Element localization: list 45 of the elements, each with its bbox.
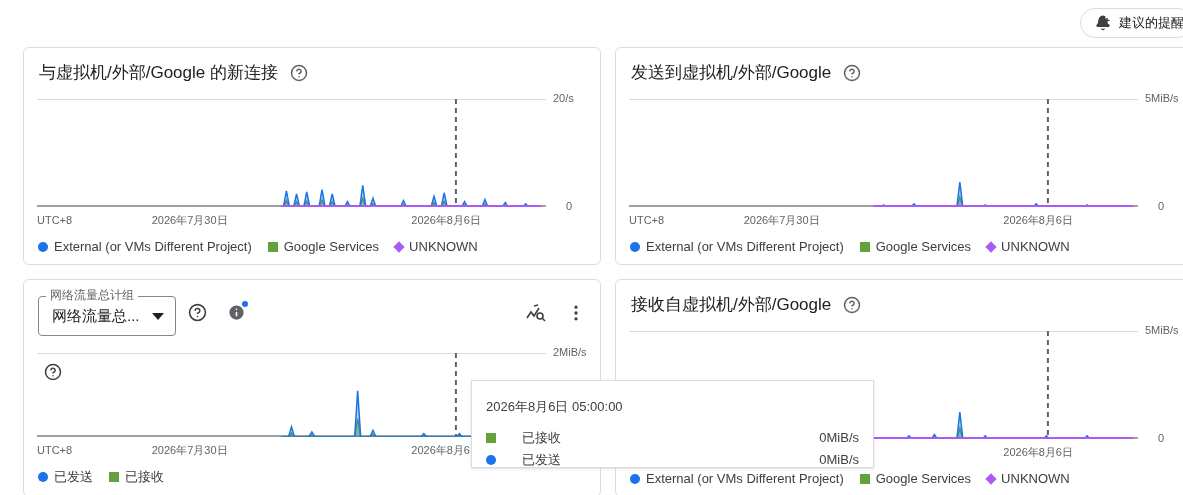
tooltip-series-label: 已接收 bbox=[522, 428, 561, 447]
info-icon[interactable] bbox=[227, 303, 246, 322]
legend-label: External (or VMs Different Project) bbox=[646, 238, 844, 256]
x-axis-label: 2026年8月6日 bbox=[1003, 447, 1073, 458]
y-axis-label: 0 bbox=[1158, 433, 1165, 444]
tooltip-value: 0MiB/s bbox=[819, 428, 859, 447]
x-axis-label: 2026年7月30日 bbox=[151, 445, 228, 456]
x-axis-label: UTC+8 bbox=[37, 215, 73, 226]
bell-plus-icon bbox=[1095, 15, 1111, 31]
tooltip-value: 0MiB/s bbox=[819, 450, 859, 469]
chart-explore-icon[interactable] bbox=[526, 303, 546, 322]
legend-label: External (or VMs Different Project) bbox=[54, 238, 252, 256]
help-icon[interactable] bbox=[290, 64, 308, 82]
y-axis-label: 2MiB/s bbox=[553, 347, 587, 358]
card-title: 与虚拟机/外部/Google 的新连接 bbox=[39, 62, 278, 85]
y-axis-label: 20/s bbox=[553, 93, 574, 104]
x-axis-label: 2026年7月30日 bbox=[743, 215, 820, 226]
legend-label: UNKNOWN bbox=[409, 238, 478, 256]
legend-label: UNKNOWN bbox=[1001, 470, 1070, 488]
legend-label: External (or VMs Different Project) bbox=[646, 470, 844, 488]
x-axis-label: 2026年8月6日 bbox=[1003, 215, 1073, 226]
help-icon[interactable] bbox=[843, 296, 862, 314]
tooltip-title: 2026年8月6日 05:00:00 bbox=[486, 398, 624, 416]
x-axis-label: 2026年8月6日 bbox=[411, 215, 481, 226]
y-axis-label: 5MiB/s bbox=[1145, 93, 1179, 104]
card-title: 发送到虚拟机/外部/Google bbox=[631, 62, 832, 85]
y-axis-label: 5MiB/s bbox=[1145, 325, 1179, 336]
legend-label: UNKNOWN bbox=[1001, 238, 1070, 256]
tooltip-series-label: 已发送 bbox=[522, 450, 561, 469]
x-axis-label: UTC+8 bbox=[37, 445, 73, 456]
card-title: 接收自虚拟机/外部/Google bbox=[631, 294, 832, 317]
y-axis-label: 0 bbox=[1158, 201, 1165, 212]
legend-label: 已接收 bbox=[125, 468, 164, 486]
help-icon[interactable] bbox=[188, 303, 207, 322]
dropdown-caret-icon bbox=[151, 312, 164, 320]
legend-label: Google Services bbox=[875, 238, 972, 256]
x-axis-label: UTC+8 bbox=[629, 215, 665, 226]
x-axis-label: 2026年8月6 bbox=[411, 445, 470, 456]
legend-label: Google Services bbox=[875, 470, 972, 488]
legend-label: 已发送 bbox=[54, 468, 93, 486]
help-icon[interactable] bbox=[44, 363, 62, 381]
y-axis-label: 0 bbox=[566, 201, 573, 212]
legend-label: Google Services bbox=[283, 238, 380, 256]
help-icon[interactable] bbox=[843, 64, 862, 82]
x-axis-label: 2026年7月30日 bbox=[151, 215, 228, 226]
